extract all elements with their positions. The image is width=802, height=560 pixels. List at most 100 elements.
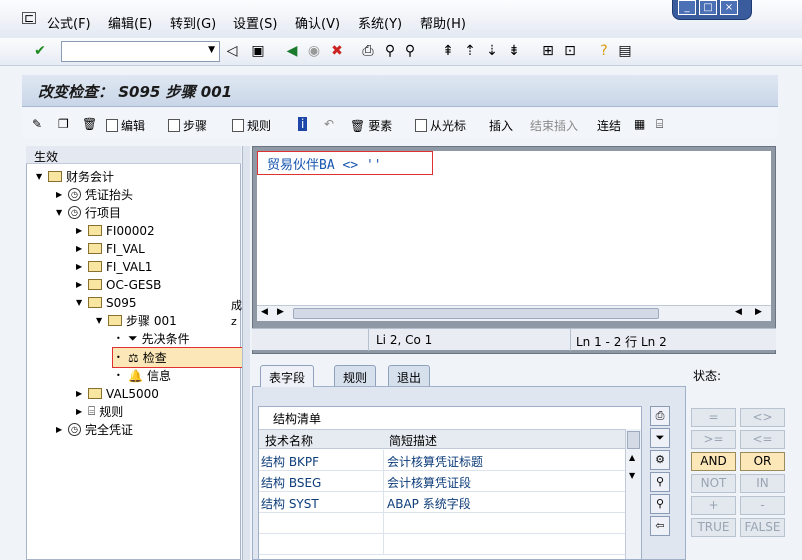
first-page-icon[interactable]: ⇞ xyxy=(440,43,456,59)
shortcut-icon[interactable]: ⊡ xyxy=(562,43,578,59)
collapsed-icon[interactable]: ▶ xyxy=(76,280,84,289)
op-not-equal-button[interactable]: <> xyxy=(740,408,785,427)
scroll-thumb[interactable] xyxy=(293,308,659,319)
vertical-scrollbar[interactable]: ▲ ▼ xyxy=(625,429,641,559)
pencil-icon[interactable]: ✎ xyxy=(32,117,42,131)
collapsed-icon[interactable]: ▶ xyxy=(56,190,64,199)
op-or-button[interactable]: OR xyxy=(740,452,785,471)
collapsed-icon[interactable]: ▶ xyxy=(76,389,84,398)
tab-exit[interactable]: 退出 xyxy=(388,365,431,387)
expanded-icon[interactable]: ▼ xyxy=(56,208,64,217)
exit-icon[interactable]: ◉ xyxy=(306,43,322,59)
tree-node-complete-document[interactable]: ▶ ◷ 完全凭证 xyxy=(56,421,133,438)
undo-icon[interactable]: ↶ xyxy=(324,117,334,131)
collapsed-icon[interactable]: ▶ xyxy=(76,244,84,253)
find-next-icon[interactable]: ⚲ xyxy=(650,494,670,514)
prev-page-icon[interactable]: ⇡ xyxy=(462,43,478,59)
app-menu-icon[interactable]: ⊏ xyxy=(22,12,36,24)
collapsed-icon[interactable]: ▶ xyxy=(56,425,64,434)
op-less-equal-button[interactable]: <= xyxy=(740,430,785,449)
new-session-icon[interactable]: ⊞ xyxy=(540,43,556,59)
minimize-button[interactable]: _ xyxy=(678,0,696,15)
tree-node-financial-accounting[interactable]: ▼ 财务会计 xyxy=(36,168,114,185)
filter-icon[interactable]: ⏷ xyxy=(650,428,670,448)
formula-editor[interactable]: 贸易伙伴BA <> '' xyxy=(257,151,771,311)
scroll-thumb[interactable] xyxy=(627,431,640,449)
find-icon[interactable]: ⚲ xyxy=(382,43,398,59)
menu-help[interactable]: 帮助(H) xyxy=(420,13,466,32)
scroll-left-icon[interactable]: ◀ xyxy=(261,307,268,317)
table-row[interactable]: 结构 SYST ABAP 系统字段 xyxy=(259,492,625,513)
copy-icon[interactable]: ❐ xyxy=(58,117,69,131)
menu-confirm[interactable]: 确认(V) xyxy=(295,13,340,32)
column-header-description[interactable]: 简短描述 xyxy=(389,432,437,449)
print-icon[interactable]: ⎙ xyxy=(360,43,376,59)
tree-node-fi-val[interactable]: ▶ FI_VAL xyxy=(76,240,145,257)
op-minus-button[interactable]: - xyxy=(740,496,785,515)
table-icon[interactable]: ▦ xyxy=(634,117,645,131)
tree-node-check[interactable]: • ⚖ 检查 xyxy=(116,349,167,366)
tab-rules[interactable]: 规则 xyxy=(334,365,377,387)
tree-node-document-header[interactable]: ▶ ◷ 凭证抬头 xyxy=(56,186,133,203)
table-row[interactable]: 结构 BKPF 会计核算凭证标题 xyxy=(259,450,625,471)
print-icon[interactable]: ⎙ xyxy=(650,406,670,426)
scroll-left-icon[interactable]: ◀ xyxy=(735,307,742,317)
step-button[interactable]: 步骤 xyxy=(168,117,207,134)
maximize-button[interactable]: □ xyxy=(699,0,717,15)
from-cursor-button[interactable]: 从光标 xyxy=(415,117,466,134)
tree-node-val5000[interactable]: ▶ VAL5000 xyxy=(76,385,159,402)
arrow-left-icon[interactable]: ⇦ xyxy=(650,516,670,536)
find-icon[interactable]: ⚲ xyxy=(650,472,670,492)
command-field[interactable]: ▼ xyxy=(61,41,220,62)
link-button[interactable]: 连结 xyxy=(597,117,621,134)
tab-table-fields[interactable]: 表字段 xyxy=(260,365,315,387)
last-page-icon[interactable]: ⇟ xyxy=(506,43,522,59)
expanded-icon[interactable]: ▼ xyxy=(96,316,104,325)
layout-icon[interactable]: ▤ xyxy=(617,43,633,59)
scroll-right-icon[interactable]: ▶ xyxy=(277,307,284,317)
tree-node-message[interactable]: • 🔔 信息 xyxy=(116,367,171,384)
tree-node-fi00002[interactable]: ▶ FI00002 xyxy=(76,222,155,239)
tree-node-rules[interactable]: ▶ ⌸ 规则 xyxy=(76,403,123,420)
delete-icon[interactable]: 🗑 xyxy=(82,117,97,131)
collapsed-icon[interactable]: ▶ xyxy=(76,262,84,271)
menu-goto[interactable]: 转到(G) xyxy=(170,13,216,32)
scroll-down-icon[interactable]: ▼ xyxy=(629,471,635,480)
op-equal-button[interactable]: = xyxy=(691,408,736,427)
help-icon[interactable]: ? xyxy=(596,43,612,59)
op-in-button[interactable]: IN xyxy=(740,474,785,493)
scroll-up-icon[interactable]: ▲ xyxy=(629,453,635,462)
menu-edit[interactable]: 编辑(E) xyxy=(108,13,152,32)
tree-node-line-item[interactable]: ▼ ◷ 行项目 xyxy=(56,204,121,221)
expanded-icon[interactable]: ▼ xyxy=(36,172,44,181)
rule-button[interactable]: 规则 xyxy=(232,117,271,134)
edit-button[interactable]: 编辑 xyxy=(106,117,145,134)
back-icon[interactable]: ◀ xyxy=(284,43,300,59)
close-button[interactable]: × xyxy=(720,0,738,15)
op-and-button[interactable]: AND xyxy=(691,452,736,471)
collapsed-icon[interactable]: ▶ xyxy=(76,226,84,235)
table-row[interactable]: 结构 BSEG 会计核算凭证段 xyxy=(259,471,625,492)
tree-node-step-001[interactable]: ▼ 步骤 001 xyxy=(96,312,177,329)
op-false-button[interactable]: FALSE xyxy=(740,518,785,537)
horizontal-scrollbar[interactable]: ◀ ▶ ◀ ▶ xyxy=(257,305,771,321)
menu-settings[interactable]: 设置(S) xyxy=(233,13,277,32)
op-greater-equal-button[interactable]: >= xyxy=(691,430,736,449)
tree-node-prerequisite[interactable]: • ⏷ 先决条件 xyxy=(116,330,190,347)
settings-icon[interactable]: ⚙ xyxy=(650,450,670,470)
enter-icon[interactable]: ✔ xyxy=(32,43,48,59)
column-header-tech-name[interactable]: 技术名称 xyxy=(265,432,313,449)
menu-formula[interactable]: 公式(F) xyxy=(47,13,91,32)
tree-node-oc-gesb[interactable]: ▶ OC-GESB xyxy=(76,276,161,293)
hierarchy-icon[interactable]: ⌸ xyxy=(656,117,663,132)
cancel-icon[interactable]: ✖ xyxy=(329,43,345,59)
op-plus-button[interactable]: + xyxy=(691,496,736,515)
panel-splitter[interactable] xyxy=(242,146,250,560)
expanded-icon[interactable]: ▼ xyxy=(76,298,84,307)
scroll-right-icon[interactable]: ▶ xyxy=(755,307,762,317)
save-icon[interactable]: ▣ xyxy=(250,43,266,59)
element-button[interactable]: 🗑 要素 xyxy=(350,117,392,134)
insert-button[interactable]: 插入 xyxy=(489,117,513,134)
info-icon[interactable]: i xyxy=(298,117,308,131)
menu-system[interactable]: 系统(Y) xyxy=(358,13,402,32)
